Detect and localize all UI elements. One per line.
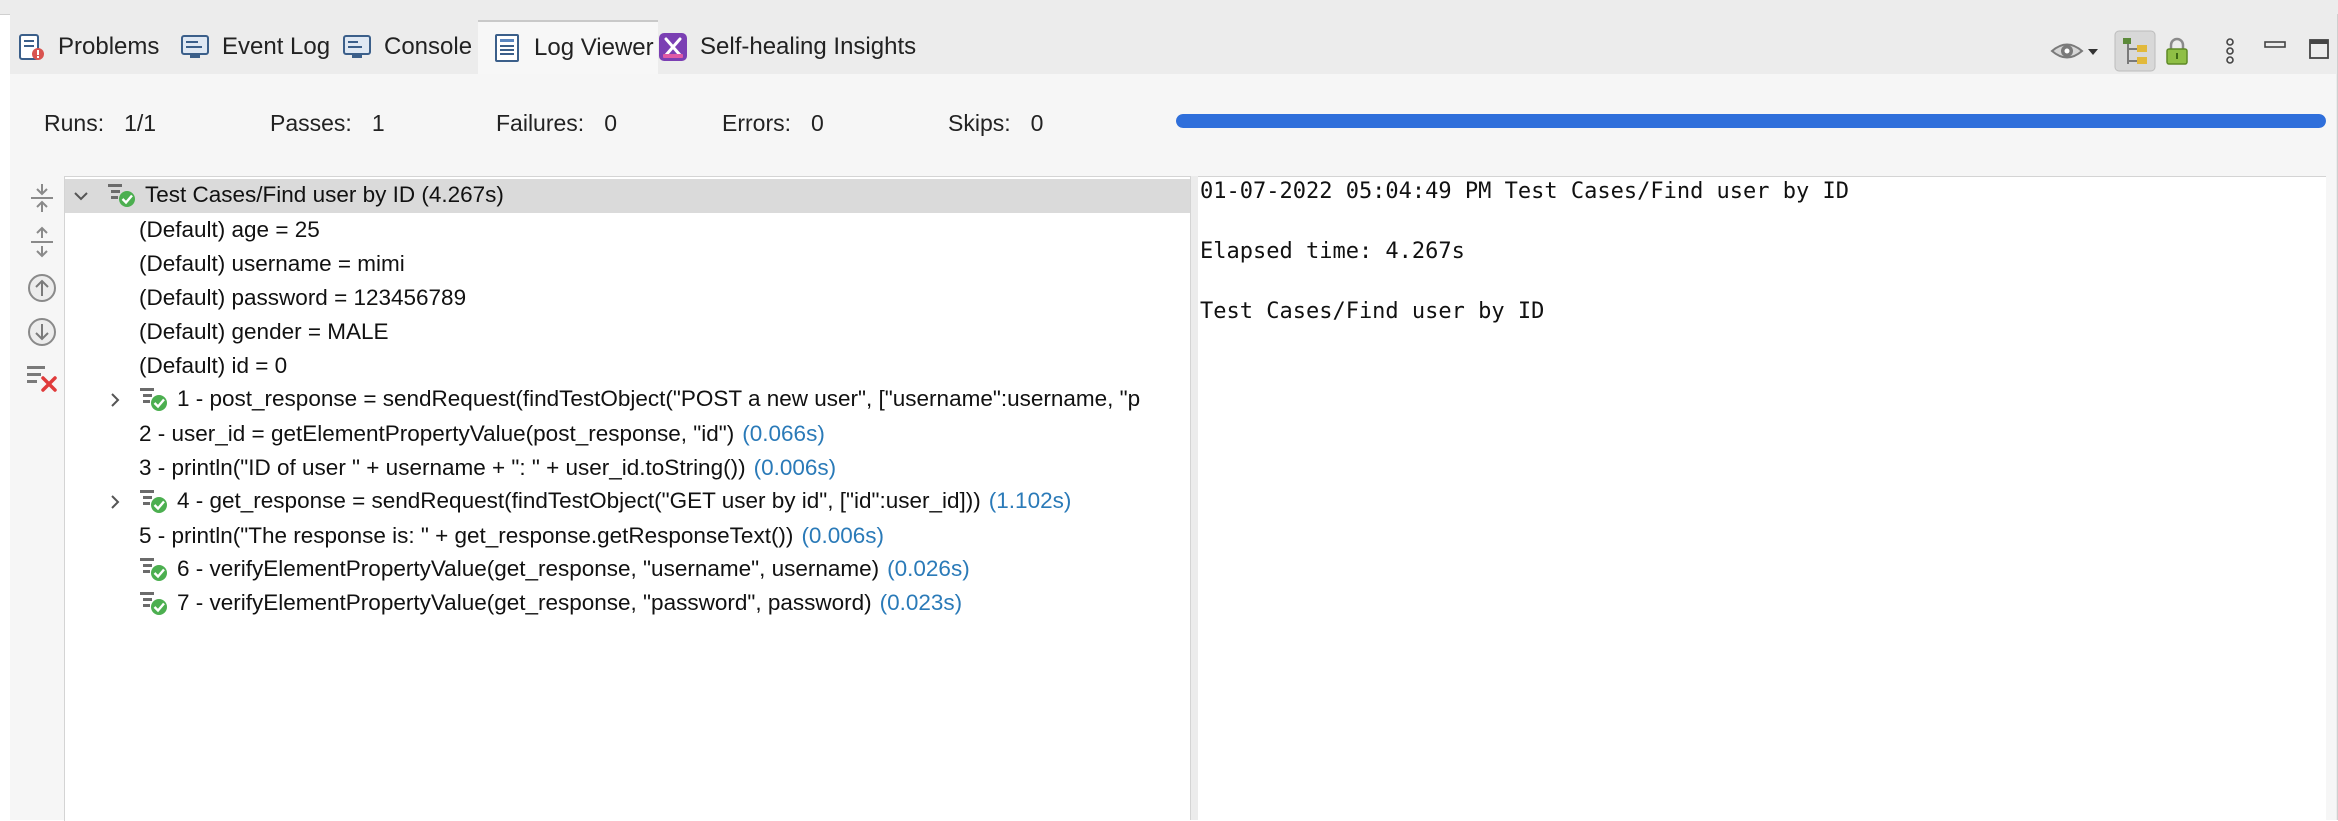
variable-row[interactable]: (Default) id = 0 — [65, 349, 1191, 383]
progress-bar-fill — [1176, 114, 2326, 128]
variable-row[interactable]: (Default) username = mimi — [65, 247, 1191, 281]
step-row[interactable]: 5 - println("The response is: " + get_re… — [65, 519, 1191, 553]
passes-value: 1 — [371, 109, 385, 136]
maximize-icon[interactable] — [2308, 36, 2330, 66]
chevron-right-icon[interactable] — [105, 492, 125, 512]
step-row[interactable]: 6 - verifyElementPropertyValue(get_respo… — [65, 553, 1191, 587]
passes-summary: Passes: 1 — [270, 108, 385, 138]
next-failure-icon[interactable] — [24, 314, 60, 350]
tab-bar: Problems Event Log Console Log Viewer Se… — [10, 14, 2336, 74]
collapse-all-icon[interactable] — [24, 180, 60, 216]
passed-step-icon — [140, 558, 167, 581]
passed-step-icon — [140, 592, 167, 615]
passed-step-icon — [140, 388, 167, 411]
tab-log-viewer[interactable]: Log Viewer — [478, 20, 658, 74]
tree-root-row[interactable]: Test Cases/Find user by ID (4.267s) — [65, 179, 1191, 213]
detail-test-case-line: Test Cases/Find user by ID — [1200, 299, 1545, 324]
variable-row[interactable]: (Default) password = 123456789 — [65, 281, 1191, 315]
tab-label: Log Viewer — [534, 34, 654, 61]
tab-label: Self-healing Insights — [700, 33, 917, 60]
tree-root-label: Test Cases/Find user by ID (4.267s) — [145, 182, 504, 207]
tab-self-healing-insights[interactable]: Self-healing Insights — [658, 20, 916, 74]
step-row[interactable]: 2 - user_id = getElementPropertyValue(po… — [65, 417, 1191, 451]
passed-test-case-icon — [108, 184, 135, 207]
step-text: 4 - get_response = sendRequest(findTestO… — [177, 488, 981, 513]
tab-label: Event Log — [222, 33, 331, 60]
failures-value: 0 — [604, 109, 617, 136]
variable-text: (Default) gender = MALE — [139, 319, 389, 344]
lock-icon[interactable] — [2162, 36, 2192, 66]
detail-timestamp-line: 01-07-2022 05:04:49 PM Test Cases/Find u… — [1200, 179, 1850, 204]
step-text: 2 - user_id = getElementPropertyValue(po… — [139, 421, 735, 446]
runs-value: 1/1 — [124, 109, 157, 136]
dropdown-caret-icon[interactable] — [2086, 36, 2100, 66]
failures-summary: Failures: 0 — [496, 108, 617, 138]
skips-summary: Skips: 0 — [948, 108, 1043, 138]
eye-icon[interactable] — [2050, 36, 2084, 66]
view-toolbar — [2050, 30, 2336, 72]
variable-text: (Default) id = 0 — [139, 353, 288, 378]
step-text: 5 - println("The response is: " + get_re… — [139, 523, 794, 548]
failures-label: Failures: — [496, 109, 585, 136]
log-viewer-icon — [495, 34, 519, 62]
self-healing-icon — [659, 33, 687, 61]
minimize-icon[interactable] — [2264, 36, 2286, 66]
errors-summary: Errors: 0 — [722, 108, 824, 138]
step-row[interactable]: 7 - verifyElementPropertyValue(get_respo… — [65, 587, 1191, 621]
variable-text: (Default) username = mimi — [139, 251, 405, 276]
step-duration: (0.023s) — [879, 590, 963, 615]
runs-summary: Runs: 1/1 — [44, 108, 156, 138]
expand-all-icon[interactable] — [24, 224, 60, 260]
tab-label: Console — [384, 33, 473, 60]
step-text: 3 - println("ID of user " + username + "… — [139, 455, 746, 480]
step-duration: (1.102s) — [988, 488, 1072, 513]
tab-label: Problems — [58, 33, 160, 60]
step-text: 7 - verifyElementPropertyValue(get_respo… — [177, 590, 872, 615]
chevron-right-icon[interactable] — [105, 390, 125, 410]
previous-failure-icon[interactable] — [24, 270, 60, 306]
tab-problems[interactable]: Problems — [16, 20, 159, 74]
step-duration: (0.006s) — [753, 455, 837, 480]
chevron-down-icon[interactable] — [71, 186, 91, 206]
variable-text: (Default) password = 123456789 — [139, 285, 467, 310]
variable-text: (Default) age = 25 — [139, 217, 320, 242]
skips-value: 0 — [1030, 109, 1044, 136]
problems-icon — [19, 34, 44, 60]
runs-label: Runs: — [44, 109, 105, 136]
errors-value: 0 — [811, 109, 824, 136]
errors-label: Errors: — [722, 109, 791, 136]
variable-row[interactable]: (Default) gender = MALE — [65, 315, 1191, 349]
variable-row[interactable]: (Default) age = 25 — [65, 213, 1191, 247]
tab-console[interactable]: Console — [342, 20, 472, 74]
step-row[interactable]: 1 - post_response = sendRequest(findTest… — [65, 383, 1191, 417]
window-top-strip — [0, 0, 2338, 15]
passes-label: Passes: — [270, 109, 352, 136]
clear-log-icon[interactable] — [24, 360, 60, 396]
log-detail-pane[interactable]: 01-07-2022 05:04:49 PM Test Cases/Find u… — [1198, 176, 2326, 821]
step-text: 1 - post_response = sendRequest(findTest… — [177, 386, 1141, 411]
skips-label: Skips: — [948, 109, 1011, 136]
step-row[interactable]: 4 - get_response = sendRequest(findTestO… — [65, 485, 1191, 519]
step-text: 6 - verifyElementPropertyValue(get_respo… — [177, 556, 880, 581]
tree-view-icon[interactable] — [2114, 30, 2156, 72]
step-duration: (0.066s) — [742, 421, 825, 446]
tab-event-log[interactable]: Event Log — [180, 20, 330, 74]
step-duration: (0.006s) — [801, 523, 884, 548]
step-row[interactable]: 3 - println("ID of user " + username + "… — [65, 451, 1191, 485]
more-options-icon[interactable] — [2222, 36, 2238, 66]
step-duration: (0.026s) — [887, 556, 970, 581]
progress-bar — [1176, 114, 2326, 128]
event-log-icon — [181, 35, 209, 58]
test-log-tree[interactable]: Test Cases/Find user by ID (4.267s) (Def… — [64, 176, 1191, 821]
detail-elapsed-line: Elapsed time: 4.267s — [1200, 239, 1465, 264]
console-icon — [343, 35, 371, 58]
passed-step-icon — [140, 490, 167, 513]
